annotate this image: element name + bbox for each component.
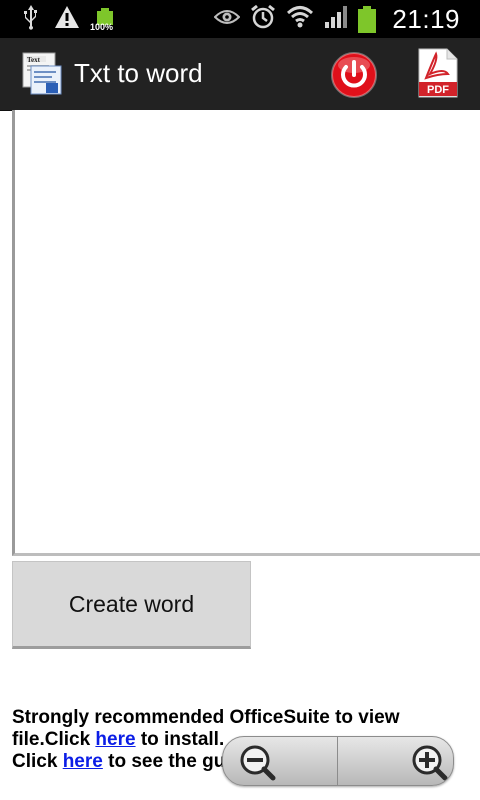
status-right-icons: 21:19: [214, 4, 460, 34]
battery-full-icon: 100%: [90, 8, 116, 32]
action-bar: Text Txt to word PDF: [0, 38, 480, 111]
guide-link[interactable]: here: [63, 751, 103, 772]
zoom-in-button[interactable]: [338, 737, 452, 785]
zoom-in-icon: [412, 745, 448, 781]
info-line-2-post: to install.: [135, 729, 225, 750]
signal-icon: [324, 5, 348, 34]
info-line-1: Strongly recommended OfficeSuite to view: [12, 707, 400, 728]
status-bar: 100% 21:19: [0, 0, 480, 38]
power-icon: [331, 52, 377, 98]
zoom-control: [222, 736, 454, 786]
create-word-label: Create word: [68, 590, 195, 617]
warning-icon: [54, 5, 80, 34]
pdf-label: PDF: [427, 84, 449, 96]
alarm-icon: [250, 4, 276, 35]
zoom-out-button[interactable]: [223, 737, 338, 785]
zoom-out-icon: [240, 745, 276, 781]
text-editor[interactable]: [12, 110, 480, 556]
app-title: Txt to word: [74, 58, 203, 88]
txt-to-word-app-icon: Text: [22, 52, 64, 96]
svg-text:Text: Text: [27, 56, 41, 64]
create-word-button[interactable]: Create word: [12, 561, 251, 649]
install-link[interactable]: here: [95, 729, 135, 750]
usb-icon: [22, 4, 40, 35]
pdf-icon: PDF: [418, 48, 458, 98]
battery-percent: 100%: [90, 22, 114, 32]
status-time: 21:19: [392, 3, 460, 34]
power-button[interactable]: [330, 51, 378, 99]
status-left-icons: 100%: [22, 4, 116, 35]
eye-icon: [214, 8, 241, 31]
wifi-icon: [286, 5, 314, 34]
info-line-2-pre: file.Click: [12, 729, 96, 750]
pdf-button[interactable]: PDF: [416, 48, 460, 98]
info-line-3-pre: Click: [12, 751, 63, 772]
battery-icon: [358, 5, 377, 33]
info-line-3-post: to see the gui: [102, 751, 231, 772]
